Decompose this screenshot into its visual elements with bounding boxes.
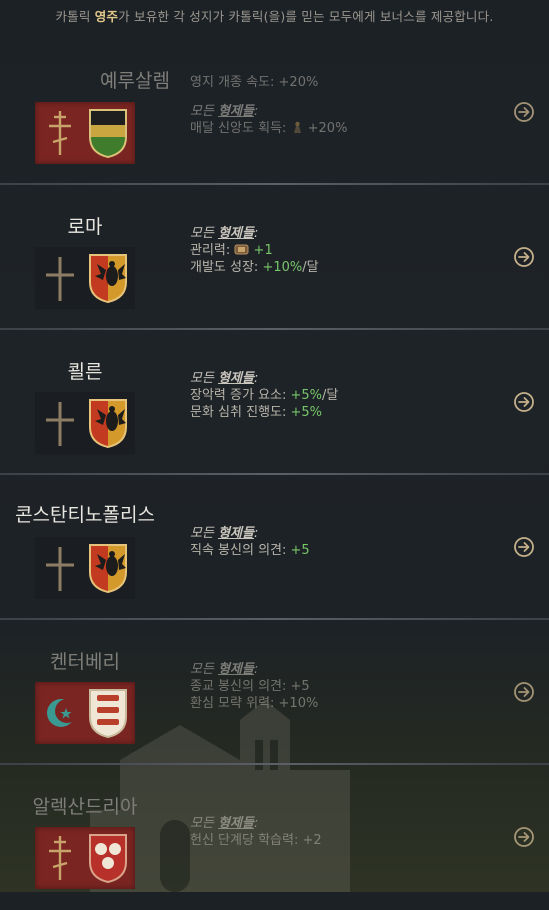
bonus-line: 개발도 성장: +10%/달: [190, 260, 319, 275]
brothers-link[interactable]: 형제들: [218, 104, 254, 119]
holy-site-bonus: 모든 형제들: 장악력 증가 요소: +5%/달문화 심취 진행도: +5%: [190, 370, 338, 421]
orthodox-cross-icon: [41, 833, 79, 883]
bonus-value: +1: [253, 243, 273, 258]
row-divider: [0, 328, 549, 330]
bonus-line: 영지 개종 속도: +20%: [190, 75, 319, 90]
bonus-line: 종교 봉신의 의견: +5: [190, 679, 310, 694]
latin-cross-icon: [41, 398, 79, 448]
holy-site-row: 알렉산드리아모든 형제들: 헌신 단계당 학습력: +2: [0, 765, 549, 910]
bonus-line: 환심 모략 위력: +10%: [190, 696, 319, 711]
brothers-link[interactable]: 형제들: [218, 816, 254, 831]
bonus-value: +5: [290, 543, 310, 558]
holy-site-icons: [35, 102, 135, 164]
holy-site-row: 로마 모든 형제들: 관리력: +1 개발도 성장: +10%/달: [0, 185, 549, 330]
row-divider: [0, 763, 549, 765]
holy-site-icons: [35, 247, 135, 309]
bonus-line: 헌신 단계당 학습력: +2: [190, 833, 322, 848]
holy-site-icons: [35, 827, 135, 889]
bonus-value: +5%: [290, 388, 323, 403]
bonus-value: +10%: [262, 260, 303, 275]
eagle-shield-icon[interactable]: [87, 542, 129, 594]
bonus-line: 장악력 증가 요소: +5%/달: [190, 388, 339, 403]
bonus-line: 모든 형제들:: [190, 816, 259, 831]
header-highlight: 영주: [94, 9, 119, 24]
three-roundels-shield-icon[interactable]: [87, 832, 129, 884]
go-to-site-arrow-icon[interactable]: [513, 391, 535, 413]
holy-site-bonus: 모든 형제들: 헌신 단계당 학습력: +2: [190, 815, 322, 849]
go-to-site-arrow-icon[interactable]: [513, 536, 535, 558]
go-to-site-arrow-icon[interactable]: [513, 101, 535, 123]
eagle-shield-icon[interactable]: [87, 397, 129, 449]
crescent-star-icon: [41, 688, 79, 738]
latin-cross-icon: [41, 543, 79, 593]
holy-site-row: 예루살렘 영지 개종 속도: +20% 모든 형제들: 매달 신앙도 획득: +20%: [0, 40, 549, 185]
holy-site-row: 쾰른 모든 형제들: 장악력 증가 요소: +5%/달문화 심취 진행도: +5%: [0, 330, 549, 475]
holy-site-name: 콘스탄티노폴리스: [15, 504, 155, 526]
bonus-line: 모든 형제들:: [190, 226, 259, 241]
row-divider: [0, 183, 549, 185]
holy-site-bonus: 모든 형제들: 직속 봉신의 의견: +5: [190, 525, 310, 559]
brothers-link[interactable]: 형제들: [218, 371, 254, 386]
eagle-shield-icon[interactable]: [87, 252, 129, 304]
bonus-line: 매달 신앙도 획득: +20%: [190, 121, 348, 136]
lions-shield-icon[interactable]: [87, 687, 129, 739]
bonus-value: +20%: [307, 121, 348, 136]
holy-site-bonus: 모든 형제들: 관리력: +1 개발도 성장: +10%/달: [190, 225, 319, 276]
go-to-site-arrow-icon[interactable]: [513, 681, 535, 703]
holy-site-name: 켄터베리: [50, 651, 120, 673]
row-divider: [0, 618, 549, 620]
bonus-line: 모든 형제들:: [190, 104, 259, 119]
latin-cross-icon: [41, 253, 79, 303]
bonus-line: 모든 형제들:: [190, 662, 259, 677]
holy-site-icons: [35, 682, 135, 744]
holy-site-name: 알렉산드리아: [32, 796, 138, 818]
holy-site-name: 로마: [67, 216, 103, 238]
orthodox-cross-icon: [41, 108, 79, 158]
row-divider: [0, 473, 549, 475]
holy-site-row: 켄터베리 모든 형제들: 종교 봉신의 의견: +5 환심 모략 위력: +10%: [0, 620, 549, 765]
bonus-line: 관리력: +1: [190, 243, 273, 258]
bonus-line: 모든 형제들:: [190, 371, 259, 386]
brothers-link[interactable]: 형제들: [218, 226, 254, 241]
holy-site-icons: [35, 537, 135, 599]
holy-site-icons: [35, 392, 135, 454]
bonus-value: +5%: [290, 405, 323, 420]
holy-site-row: 콘스탄티노폴리스모든 형제들: 직속 봉신의 의견: +5: [0, 475, 549, 620]
go-to-site-arrow-icon[interactable]: [513, 246, 535, 268]
holy-site-bonus: 모든 형제들: 종교 봉신의 의견: +5 환심 모략 위력: +10%: [190, 661, 318, 712]
piety-icon: [291, 121, 304, 136]
header-description: 카톨릭 영주가 보유한 각 성지가 카톨릭(을)를 믿는 모두에게 보너스를 제…: [55, 9, 494, 24]
bonus-line: 모든 형제들:: [190, 526, 259, 541]
bonus-line: 직속 봉신의 의견: +5: [190, 543, 310, 558]
holy-site-name: 쾰른: [67, 361, 103, 383]
brothers-link[interactable]: 형제들: [218, 526, 254, 541]
brothers-link[interactable]: 형제들: [218, 662, 254, 677]
holy-site-bonus: 영지 개종 속도: +20% 모든 형제들: 매달 신앙도 획득: +20%: [190, 74, 347, 137]
go-to-site-arrow-icon[interactable]: [513, 826, 535, 848]
black-yellow-green-shield-icon[interactable]: [87, 107, 129, 159]
stewardship-icon: [234, 243, 249, 258]
bonus-line: 문화 심취 진행도: +5%: [190, 405, 323, 420]
